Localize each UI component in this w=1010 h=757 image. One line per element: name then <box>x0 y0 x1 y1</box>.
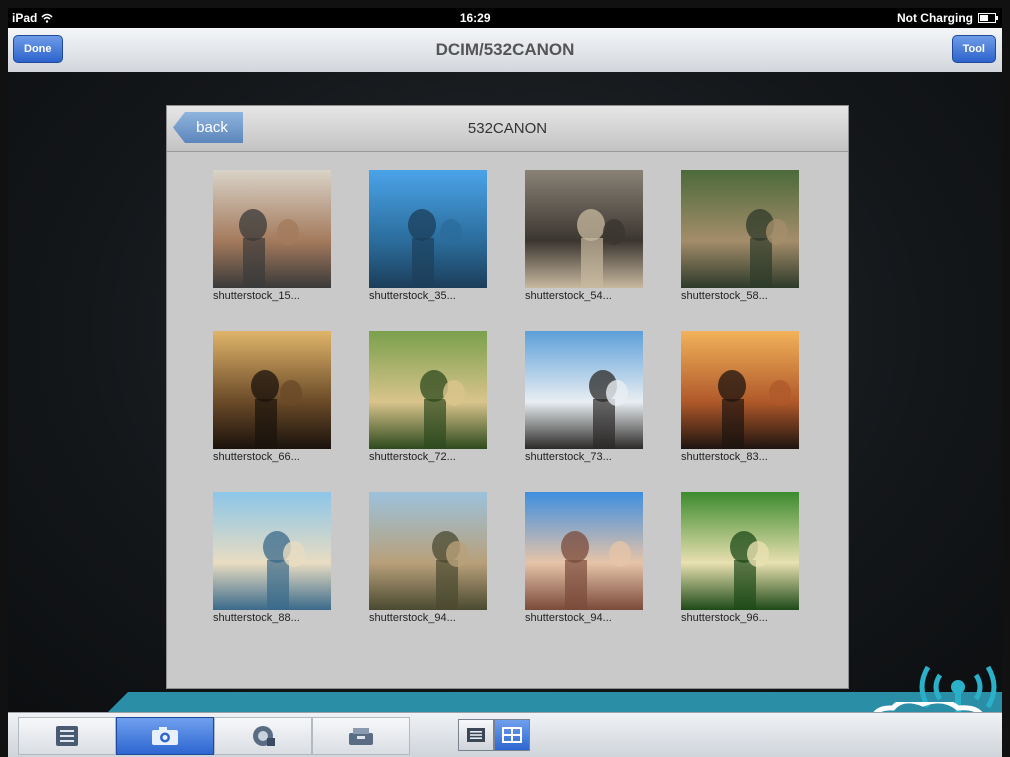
wifi-signal-icon <box>41 13 53 23</box>
panel-header: back 532CANON <box>167 106 848 152</box>
photo-image <box>525 331 643 449</box>
panel-title: 532CANON <box>467 120 548 137</box>
music-icon <box>349 728 373 745</box>
photo-filename: shutterstock_58... <box>681 290 768 302</box>
done-button[interactable]: Done <box>13 35 63 63</box>
status-bar: iPad 16:29 Not Charging <box>8 8 1002 28</box>
music-tab[interactable] <box>312 717 410 755</box>
photo-filename: shutterstock_15... <box>213 290 300 302</box>
photo-image <box>213 170 331 288</box>
photo-image <box>525 170 643 288</box>
photo-image <box>213 331 331 449</box>
status-time: 16:29 <box>459 11 491 25</box>
grid-view-button[interactable] <box>494 719 530 751</box>
camera-icon <box>152 727 178 745</box>
photo-filename: shutterstock_73... <box>525 451 612 463</box>
photo-image <box>681 170 799 288</box>
photo-filename: shutterstock_96... <box>681 612 768 624</box>
list-tab[interactable] <box>18 717 116 755</box>
photo-thumbnail-item[interactable]: shutterstock_58... <box>681 170 811 310</box>
photo-filename: shutterstock_83... <box>681 451 768 463</box>
photo-thumbnail-item[interactable]: shutterstock_54... <box>525 170 655 310</box>
nav-title: DCIM/532CANON <box>435 40 575 59</box>
bottom-tab-bar <box>8 712 1002 757</box>
photo-thumbnail-item[interactable]: shutterstock_72... <box>369 331 499 471</box>
video-camera-icon <box>253 726 275 746</box>
photo-image <box>681 331 799 449</box>
photo-image <box>369 170 487 288</box>
photo-filename: shutterstock_66... <box>213 451 300 463</box>
video-tab[interactable] <box>214 717 312 755</box>
photo-filename: shutterstock_94... <box>525 612 612 624</box>
photo-thumbnail-item[interactable]: shutterstock_94... <box>525 492 655 632</box>
navigation-bar: DCIM/532CANON Done Tool <box>8 28 1002 73</box>
camera-tab[interactable] <box>116 717 214 755</box>
tool-button[interactable]: Tool <box>951 35 996 63</box>
photo-thumbnail-item[interactable]: shutterstock_96... <box>681 492 811 632</box>
photo-filename: shutterstock_72... <box>369 451 456 463</box>
photo-image <box>213 492 331 610</box>
photo-image <box>369 492 487 610</box>
photo-thumbnail-item[interactable]: shutterstock_94... <box>369 492 499 632</box>
photo-filename: shutterstock_54... <box>525 290 612 302</box>
device-name: iPad <box>12 11 38 25</box>
grid-view-icon <box>502 727 522 743</box>
photo-image <box>369 331 487 449</box>
photo-filename: shutterstock_35... <box>369 290 456 302</box>
photo-thumbnail-item[interactable]: shutterstock_15... <box>213 170 343 310</box>
battery-status-text: Not Charging <box>896 11 973 25</box>
cloud-camera-icon <box>873 702 983 712</box>
list-view-button[interactable] <box>458 719 494 751</box>
photo-image <box>681 492 799 610</box>
photo-thumbnail-item[interactable]: shutterstock_66... <box>213 331 343 471</box>
photo-thumbnail-item[interactable]: shutterstock_83... <box>681 331 811 471</box>
list-icon <box>56 726 78 746</box>
photo-image <box>525 492 643 610</box>
photo-filename: shutterstock_88... <box>213 612 300 624</box>
photo-thumbnail-item[interactable]: shutterstock_35... <box>369 170 499 310</box>
photo-thumbnail-item[interactable]: shutterstock_73... <box>525 331 655 471</box>
photo-thumbnail-item[interactable]: shutterstock_88... <box>213 492 343 632</box>
folder-panel: back 532CANON shutterstock_15... shutters… <box>166 105 849 689</box>
battery-icon <box>977 13 998 23</box>
photo-filename: shutterstock_94... <box>369 612 456 624</box>
list-view-icon <box>467 728 485 742</box>
